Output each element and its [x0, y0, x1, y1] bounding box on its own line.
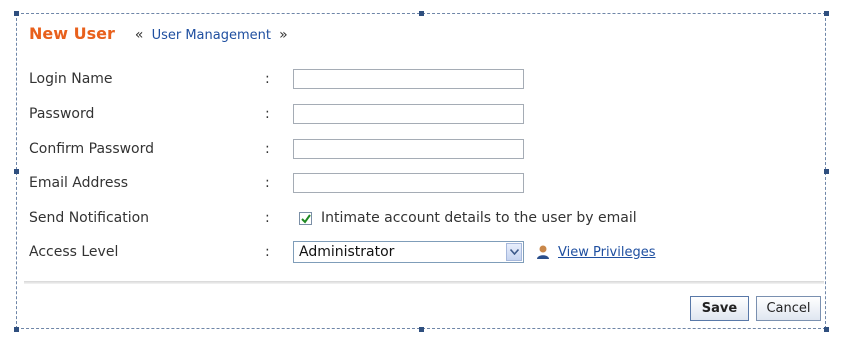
colon: : — [265, 141, 270, 157]
send-notification-text: Intimate account details to the user by … — [321, 210, 637, 226]
access-level-select[interactable]: Administrator — [293, 241, 524, 263]
send-notification-label: Send Notification — [29, 210, 150, 226]
resize-handle-tr[interactable] — [824, 11, 829, 16]
cancel-button[interactable]: Cancel — [756, 296, 821, 321]
password-row: Password : — [29, 103, 524, 125]
breadcrumb-left-marker: « — [134, 27, 144, 43]
password-input[interactable] — [293, 104, 524, 124]
check-icon — [301, 213, 311, 224]
colon: : — [265, 175, 270, 191]
resize-handle-mr[interactable] — [824, 169, 829, 174]
page-title: New User — [29, 24, 115, 43]
colon: : — [265, 71, 270, 87]
colon: : — [265, 106, 270, 122]
resize-handle-bc[interactable] — [419, 327, 424, 332]
login-name-row: Login Name : — [29, 68, 524, 90]
email-address-label: Email Address — [29, 175, 129, 191]
email-address-row: Email Address : — [29, 172, 524, 194]
resize-handle-tc[interactable] — [419, 11, 424, 16]
confirm-password-row: Confirm Password : — [29, 138, 524, 160]
divider — [24, 281, 824, 284]
colon: : — [265, 244, 270, 260]
chevron-down-icon[interactable] — [506, 243, 522, 261]
breadcrumb-right-marker: » — [279, 27, 288, 43]
send-notification-checkbox[interactable] — [299, 211, 312, 225]
access-level-row: Access Level : Administrator View Privil… — [29, 241, 656, 263]
resize-handle-ml[interactable] — [14, 169, 19, 174]
login-name-input[interactable] — [293, 69, 524, 89]
resize-handle-bl[interactable] — [14, 327, 19, 332]
email-address-input[interactable] — [293, 173, 524, 193]
access-level-selected-value: Administrator — [299, 244, 395, 260]
password-label: Password — [29, 106, 95, 122]
user-icon — [537, 245, 549, 259]
resize-handle-tl[interactable] — [14, 11, 19, 16]
confirm-password-label: Confirm Password — [29, 141, 155, 157]
confirm-password-input[interactable] — [293, 139, 524, 159]
breadcrumb: « User Management » — [135, 27, 288, 43]
dialog-header: New User « User Management » — [29, 24, 288, 43]
colon: : — [265, 210, 270, 226]
resize-handle-br[interactable] — [824, 327, 829, 332]
save-button[interactable]: Save — [690, 296, 749, 321]
send-notification-row: Send Notification : Intimate account det… — [29, 207, 637, 229]
login-name-label: Login Name — [29, 71, 113, 87]
view-privileges-link[interactable]: View Privileges — [558, 245, 656, 260]
access-level-label: Access Level — [29, 244, 119, 260]
user-management-link[interactable]: User Management — [152, 28, 271, 43]
